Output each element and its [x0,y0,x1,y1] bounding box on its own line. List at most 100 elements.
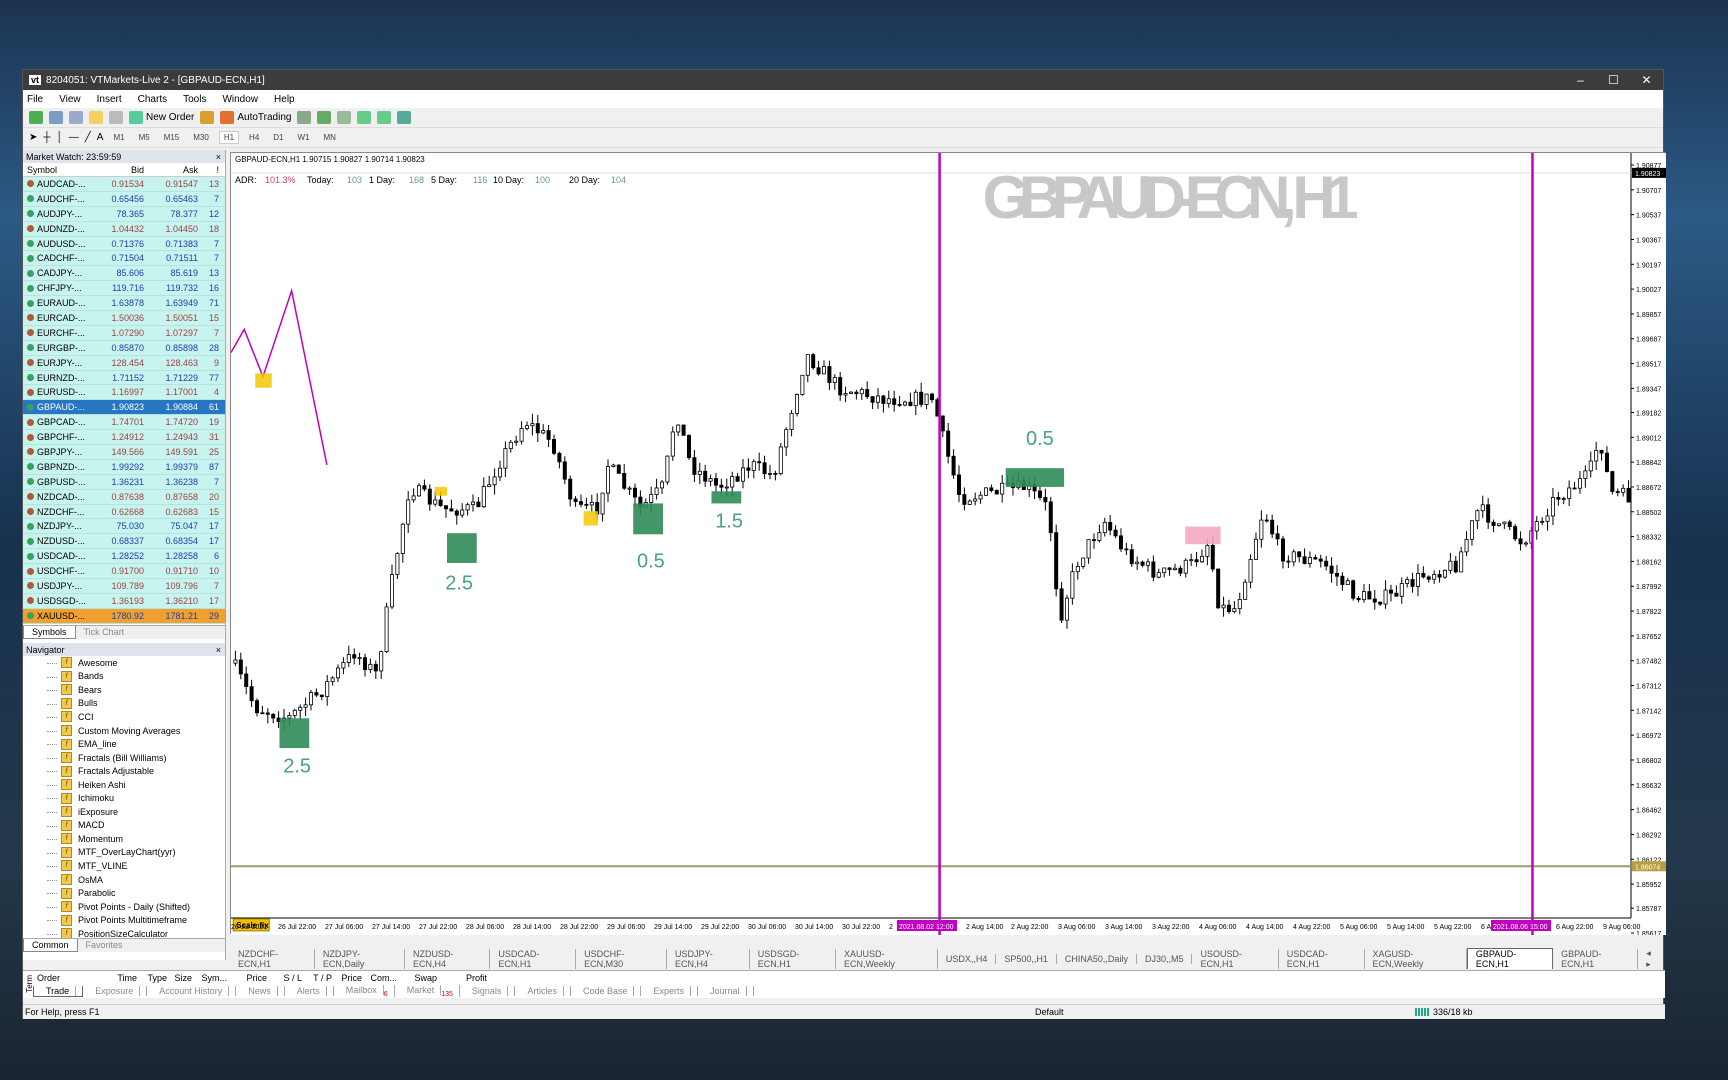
symbol-row[interactable]: GBPCHF-... 1.24912 1.24943 31 [23,430,225,446]
timeframe-m5[interactable]: M5 [135,132,154,143]
menu-file[interactable]: File [27,94,43,105]
chart-tab[interactable]: DJ30,,M5 [1137,953,1193,964]
menu-insert[interactable]: Insert [97,94,122,105]
horizontal-line-icon[interactable]: — [69,132,79,143]
navigator-item[interactable]: f Momentum [23,832,225,846]
zoom-out-icon[interactable] [377,111,392,124]
symbol-row[interactable]: AUDCHF-... 0.65456 0.65463 7 [23,191,225,207]
navigator-item[interactable]: f Fractals (Bill Williams) [23,751,225,765]
line-chart-icon[interactable] [337,111,352,124]
navigator-item[interactable]: f Pivot Points - Daily (Shifted) [23,900,225,914]
symbol-row[interactable]: EURJPY-... 128.454 128.463 9 [23,355,225,371]
tab-news[interactable]: News [236,986,285,996]
tab-common[interactable]: Common [23,939,78,952]
symbol-row[interactable]: CADCHF-... 0.71504 0.71511 7 [23,251,225,267]
column-header[interactable]: Ask [147,165,201,175]
close-icon[interactable]: ✕ [1630,73,1663,87]
symbol-row[interactable]: USDCHF-... 0.91700 0.91710 10 [23,564,225,580]
timeframe-h1[interactable]: H1 [218,131,240,144]
symbol-row[interactable]: EURUSD-... 1.16997 1.17001 4 [23,385,225,401]
menu-charts[interactable]: Charts [138,94,167,105]
tab-trade[interactable]: Trade [33,985,84,997]
pink-zone[interactable] [1185,526,1221,545]
symbol-row[interactable]: GBPCAD-... 1.74701 1.74720 19 [23,415,225,431]
navigator-tree[interactable]: f Awesome f Bands f Bears f Bulls f CCI f Custom Mo… [23,656,225,938]
menu-window[interactable]: Window [222,94,258,105]
tile-windows-icon[interactable] [397,111,412,124]
symbol-row[interactable]: USDCAD-... 1.28252 1.28258 6 [23,549,225,565]
chart-tab[interactable]: NZDJPY-ECN,Daily [315,948,405,969]
navigator-item[interactable]: f Bands [23,670,225,684]
chart-tab[interactable]: GBPAUD-ECN,H1 [1553,948,1639,969]
symbol-row[interactable]: CADJPY-... 85.606 85.619 13 [23,266,225,282]
chart-tab[interactable]: USDJPY-ECN,H4 [667,948,750,969]
navigator-item[interactable]: f iExposure [23,805,225,819]
timeframe-m1[interactable]: M1 [109,132,128,143]
navigator-item[interactable]: f Custom Moving Averages [23,724,225,738]
navigator-icon[interactable] [89,111,103,124]
navigator-item[interactable]: f PositionSizeCalculator [23,927,225,938]
target-box[interactable] [633,503,663,535]
text-icon[interactable]: A [97,132,104,143]
terminal-column-header[interactable]: Size [167,973,192,983]
symbol-row[interactable]: EURAUD-... 1.63878 1.63949 71 [23,296,225,312]
tab-mailbox[interactable]: Mailbox 6 [334,984,395,998]
chart-tab[interactable]: NZDCHF-ECN,H1 [230,948,315,969]
chart-tab[interactable]: SP500,,H1 [996,953,1057,964]
marker-square[interactable] [583,511,598,526]
terminal-column-header[interactable]: Price [227,973,267,983]
tab-market[interactable]: Market 135 [395,984,460,998]
terminal-column-header[interactable]: Price [332,973,362,983]
zoom-in-icon[interactable] [357,111,372,124]
navigator-item[interactable]: f Awesome [23,656,225,670]
bar-chart-icon[interactable] [297,111,312,124]
navigator-item[interactable]: f MTF_OverLayChart(yyr) [23,846,225,860]
terminal-column-header[interactable]: T / P [302,973,332,983]
symbol-row[interactable]: GBPUSD-... 1.36231 1.36238 7 [23,474,225,490]
chart-tab[interactable]: USDX,,H4 [938,953,997,964]
timeframe-mn[interactable]: MN [320,132,340,143]
chart-tab[interactable]: XAGUSD-ECN,Weekly [1365,948,1467,969]
navigator-item[interactable]: f Pivot Points Multitimeframe [23,913,225,927]
chart-tab[interactable]: CHINA50,,Daily [1057,953,1137,964]
price-chart[interactable]: GBPAUD-ECN,H1 1.90715 1.90827 1.90714 1.… [230,153,1666,938]
terminal-column-header[interactable]: Swap [397,973,437,983]
symbol-row[interactable]: NZDCAD-... 0.87638 0.87658 20 [23,489,225,505]
symbol-row[interactable]: GBPAUD-... 1.90823 1.90884 61 [23,400,225,416]
close-navigator-icon[interactable]: × [216,645,221,655]
tab-articles[interactable]: Articles [515,986,571,996]
tab-exposure[interactable]: Exposure [83,986,148,996]
symbol-row[interactable]: USDJPY-... 109.789 109.796 7 [23,579,225,594]
navigator-item[interactable]: f Fractals Adjustable [23,764,225,778]
terminal-column-header[interactable]: Type [137,973,167,983]
terminal-column-header[interactable]: Time [107,973,137,983]
navigator-item[interactable]: f Bulls [23,697,225,711]
market-watch-icon[interactable] [69,111,83,124]
tab-alerts[interactable]: Alerts [285,986,334,996]
symbol-row[interactable]: EURGBP-... 0.85870 0.85898 28 [23,340,225,356]
trendline-icon[interactable]: ╱ [85,132,91,143]
chart-tab[interactable]: USDCAD-ECN,H1 [490,948,577,969]
column-header[interactable]: Symbol [23,165,93,175]
navigator-item[interactable]: f Ichimoku [23,791,225,805]
chart-tab[interactable]: USDCHF-ECN,M30 [576,948,668,969]
target-box[interactable] [1005,468,1065,487]
crosshair-icon[interactable]: ┼ [43,132,50,143]
terminal-column-header[interactable]: S / L [267,973,302,983]
symbol-row[interactable]: AUDNZD-... 1.04432 1.04450 18 [23,221,225,237]
terminal-icon[interactable] [109,111,123,124]
target-box[interactable] [279,718,310,749]
menu-tools[interactable]: Tools [183,94,206,105]
vertical-line-icon[interactable]: │ [56,132,62,143]
cursor-icon[interactable]: ➤ [29,132,37,143]
chart-tab[interactable]: XAUUSD-ECN,Weekly [836,948,938,969]
terminal-column-header[interactable]: Order [37,973,107,983]
autotrading-button[interactable]: AutoTrading [220,111,291,124]
tab-experts[interactable]: Experts [641,986,698,996]
tab-account-history[interactable]: Account History [147,986,237,996]
chart-tab[interactable]: NZDUSD-ECN,H4 [405,948,491,969]
tab-tick-chart[interactable]: Tick Chart [76,626,133,639]
profiles-icon[interactable] [49,111,63,124]
tab-code-base[interactable]: Code Base [571,986,642,996]
column-header[interactable]: Bid [93,165,147,175]
